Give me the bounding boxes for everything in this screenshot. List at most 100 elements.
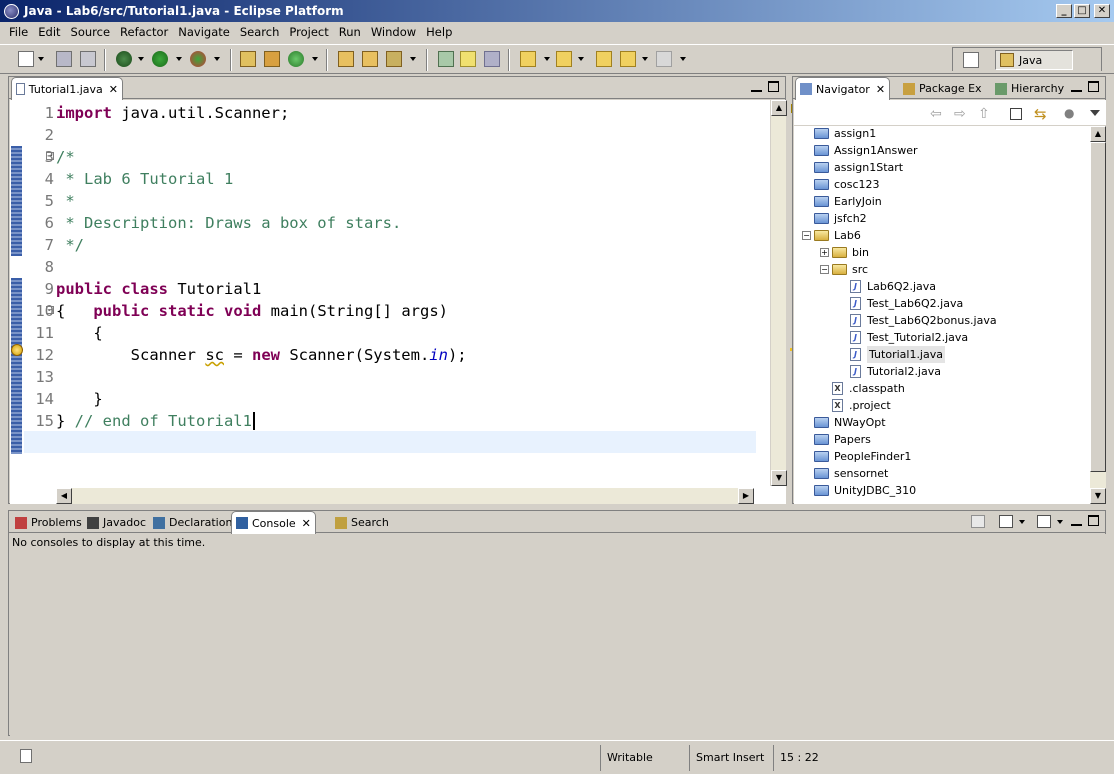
tree-item[interactable]: J Lab6Q2.java — [838, 278, 936, 295]
code-line[interactable]: import java.util.Scanner; — [56, 102, 756, 124]
code-line[interactable]: * — [56, 190, 756, 212]
tree-item[interactable]: assign1 — [802, 126, 876, 142]
expand-icon[interactable]: + — [820, 248, 829, 257]
filter-icon[interactable]: ● — [1064, 106, 1074, 120]
scroll-down-icon[interactable]: ▼ — [771, 470, 787, 486]
tree-item[interactable]: NWayOpt — [802, 414, 886, 431]
code-line[interactable]: Scanner sc = new Scanner(System.in); — [56, 344, 756, 366]
code-line[interactable]: */ — [56, 234, 756, 256]
code-line[interactable]: { public static void main(String[] args) — [56, 300, 756, 322]
minimize-view-icon[interactable] — [1071, 519, 1082, 526]
next-annotation-icon[interactable] — [520, 51, 536, 67]
collapse-all-icon[interactable] — [1010, 108, 1022, 120]
menu-project[interactable]: Project — [284, 25, 333, 39]
tree-item[interactable]: cosc123 — [802, 176, 880, 193]
close-tab-icon[interactable]: ✕ — [109, 83, 118, 96]
nav-forward-icon[interactable]: ⇨ — [954, 106, 966, 122]
scroll-up-icon[interactable]: ▲ — [1090, 126, 1106, 142]
link-with-editor-icon[interactable]: ⇆ — [1034, 105, 1047, 123]
tab-tutorial1-java[interactable]: Tutorial1.java ✕ — [11, 77, 123, 100]
collapse-icon[interactable]: − — [820, 265, 829, 274]
tab-declaration[interactable]: Declaration — [149, 512, 236, 533]
new-class-icon[interactable] — [288, 51, 304, 67]
external-tools-icon[interactable] — [190, 51, 206, 67]
show-whitespace-icon[interactable] — [484, 51, 500, 67]
tree-item[interactable]: + bin — [820, 244, 869, 261]
close-tab-icon[interactable]: ✕ — [876, 83, 885, 96]
tab-navigator[interactable]: Navigator ✕ — [795, 77, 891, 100]
tree-item[interactable]: − Lab6 — [802, 227, 861, 244]
tree-item[interactable]: jsfch2 — [802, 210, 867, 227]
new-icon[interactable] — [18, 51, 34, 67]
previous-annotation-icon[interactable] — [556, 51, 572, 67]
tab-search[interactable]: Search — [331, 512, 393, 533]
open-perspective-icon[interactable] — [963, 52, 979, 68]
collapse-icon[interactable]: − — [802, 231, 811, 240]
menu-search[interactable]: Search — [235, 25, 285, 39]
fast-view-icon[interactable] — [20, 749, 32, 763]
code-line[interactable]: * Lab 6 Tutorial 1 — [56, 168, 756, 190]
tree-item[interactable]: J Tutorial2.java — [838, 363, 941, 380]
code-line[interactable]: public class Tutorial1 — [56, 278, 756, 300]
back-icon[interactable] — [620, 51, 636, 67]
new-java-project-icon[interactable] — [240, 51, 256, 67]
scroll-left-icon[interactable]: ◀ — [56, 488, 72, 504]
tree-item[interactable]: J Test_Lab6Q2bonus.java — [838, 312, 997, 329]
debug-icon[interactable] — [116, 51, 132, 67]
minimize-view-icon[interactable] — [751, 85, 762, 92]
menu-navigate[interactable]: Navigate — [173, 25, 235, 39]
toggle-mark-occurrences-icon[interactable] — [438, 51, 454, 67]
save-icon[interactable] — [56, 51, 72, 67]
view-menu-icon[interactable] — [1090, 110, 1100, 116]
editor-vertical-scrollbar[interactable]: ▲ ▼ — [770, 100, 787, 486]
tree-item[interactable]: J Tutorial1.java — [838, 346, 945, 363]
code-line[interactable]: { — [56, 322, 756, 344]
code-line[interactable]: } // end of Tutorial1 — [56, 410, 756, 432]
vertical-ruler[interactable] — [10, 100, 24, 480]
tree-item[interactable]: assign1Start — [802, 159, 903, 176]
tree-item[interactable]: PeopleFinder1 — [802, 448, 911, 465]
print-icon[interactable] — [80, 51, 96, 67]
maximize-view-icon[interactable] — [1088, 515, 1099, 526]
tab-javadoc[interactable]: Javadoc — [83, 512, 150, 533]
menu-help[interactable]: Help — [421, 25, 457, 39]
tree-item[interactable]: X .project — [820, 397, 891, 414]
code-line[interactable]: * Description: Draws a box of stars. — [56, 212, 756, 234]
maximize-view-icon[interactable] — [768, 81, 779, 92]
menu-run[interactable]: Run — [334, 25, 366, 39]
editor-horizontal-scrollbar[interactable]: ◀ ▶ — [56, 488, 754, 504]
pin-console-icon[interactable] — [971, 515, 985, 528]
code-editor[interactable]: − − 1 2 3 4 5 6 7 8 9 10 11 12 13 14 15 import java.ut… — [10, 100, 800, 504]
maximize-button[interactable]: □ — [1074, 4, 1090, 18]
code-line[interactable] — [56, 366, 756, 388]
source-code[interactable]: import java.util.Scanner; /* * Lab 6 Tuto… — [56, 102, 756, 432]
java-perspective-button[interactable]: Java — [995, 50, 1073, 70]
tree-item[interactable]: Assign1Answer — [802, 142, 918, 159]
scroll-right-icon[interactable]: ▶ — [738, 488, 754, 504]
menu-window[interactable]: Window — [366, 25, 421, 39]
tree-item[interactable]: Papers — [802, 431, 871, 448]
nav-up-icon[interactable]: ⇧ — [978, 106, 990, 122]
search-toolbar-icon[interactable] — [386, 51, 402, 67]
menu-file[interactable]: File — [4, 25, 33, 39]
scroll-up-icon[interactable]: ▲ — [771, 100, 787, 116]
menu-refactor[interactable]: Refactor — [115, 25, 173, 39]
nav-back-icon[interactable]: ⇦ — [930, 106, 942, 122]
open-type-icon[interactable] — [338, 51, 354, 67]
tree-item[interactable]: UnityJDBC_310 — [802, 482, 916, 499]
tree-item[interactable]: J Test_Tutorial2.java — [838, 329, 968, 346]
minimize-button[interactable]: _ — [1056, 4, 1072, 18]
forward-icon[interactable] — [656, 51, 672, 67]
tree-item[interactable]: sensornet — [802, 465, 888, 482]
menu-edit[interactable]: Edit — [33, 25, 65, 39]
open-console-icon[interactable] — [1037, 515, 1051, 528]
code-line[interactable] — [56, 256, 756, 278]
code-line[interactable]: } — [56, 388, 756, 410]
scroll-down-icon[interactable]: ▼ — [1090, 488, 1106, 504]
tree-item[interactable]: EarlyJoin — [802, 193, 882, 210]
last-edit-location-icon[interactable] — [596, 51, 612, 67]
minimize-view-icon[interactable] — [1071, 85, 1082, 92]
close-button[interactable]: ✕ — [1094, 4, 1110, 18]
tree-item[interactable]: J Test_Lab6Q2.java — [838, 295, 963, 312]
navigator-scrollbar[interactable]: ▲ ▼ — [1090, 126, 1106, 504]
